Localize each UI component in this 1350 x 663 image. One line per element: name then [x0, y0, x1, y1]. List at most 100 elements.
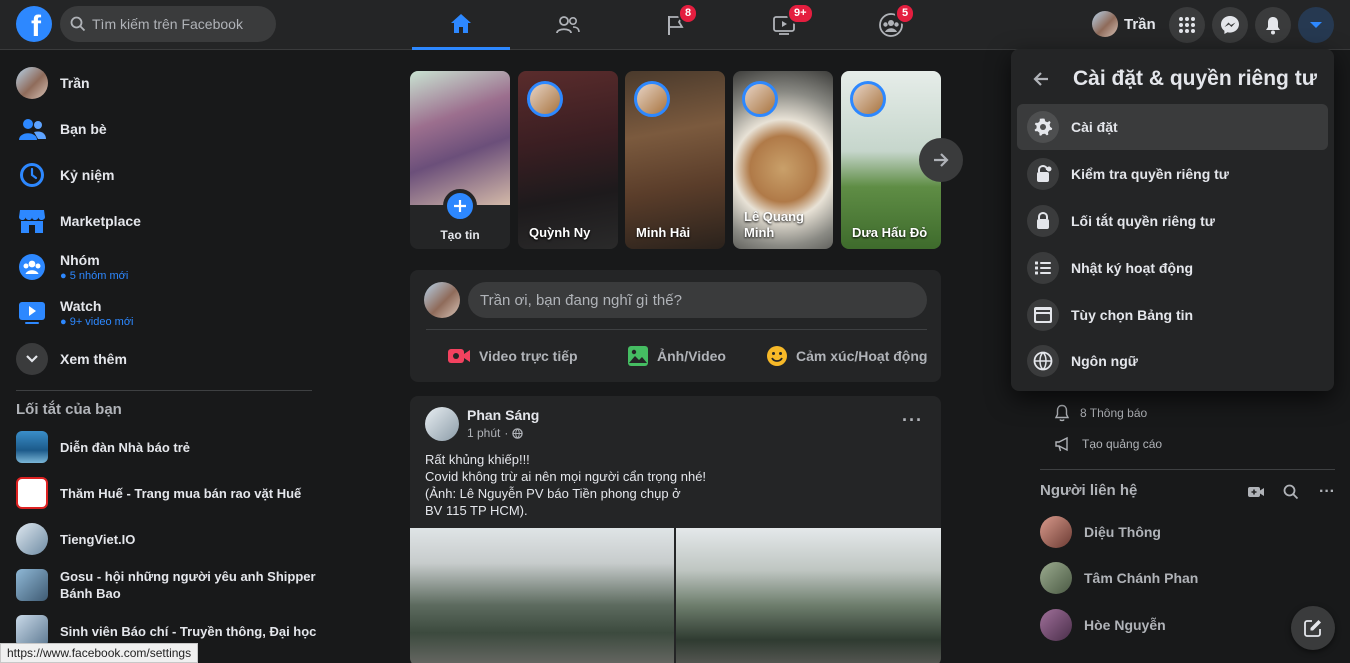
tab-pages[interactable]: 8	[627, 0, 725, 50]
menu-title: Cài đặt & quyền riêng tư	[1073, 67, 1317, 90]
sidebar-item-friends[interactable]: Bạn bè	[8, 106, 318, 152]
avatar	[424, 282, 460, 318]
menu-item-label: Cài đặt	[1071, 119, 1118, 135]
shortcut-label: Gosu - hội những người yêu anh Shipper B…	[60, 569, 316, 601]
browser-status-url: https://www.facebook.com/settings	[0, 643, 199, 663]
avatar[interactable]	[425, 407, 459, 441]
post-composer: Trần ơi, bạn đang nghĩ gì thế? Video trự…	[410, 270, 941, 382]
tab-friends[interactable]	[519, 0, 617, 50]
pages-badge: 8	[678, 3, 699, 24]
groups-icon	[16, 251, 48, 283]
create-story-card[interactable]: Tạo tin	[410, 71, 510, 249]
post-photo[interactable]	[410, 528, 674, 663]
separator-dot: ·	[504, 426, 509, 440]
clock-icon	[16, 159, 48, 191]
sidebar-item-marketplace[interactable]: Marketplace	[8, 198, 318, 244]
story-avatar	[634, 81, 670, 117]
menu-item-settings[interactable]: Cài đặt	[1017, 104, 1328, 150]
menu-item-label: Tùy chọn Bảng tin	[1071, 307, 1194, 323]
sidebar-item-memories[interactable]: Kỷ niệm	[8, 152, 318, 198]
photo-video-button[interactable]: Ảnh/Video	[627, 342, 726, 370]
shop-icon	[16, 205, 48, 237]
sidebar-item-groups[interactable]: Nhóm ● 5 nhóm mới	[8, 244, 318, 290]
story-avatar	[742, 81, 778, 117]
feeling-button[interactable]: Cảm xúc/Hoạt động	[766, 342, 927, 370]
sidebar-item-profile[interactable]: Trần	[8, 60, 318, 106]
story-avatar	[527, 81, 563, 117]
avatar	[16, 67, 48, 99]
menu-button[interactable]	[1169, 7, 1205, 43]
tab-home[interactable]	[412, 0, 510, 50]
more-options-icon[interactable]: ···	[902, 410, 923, 431]
account-menu-button[interactable]	[1298, 7, 1334, 43]
search-box[interactable]	[60, 6, 276, 42]
live-video-button[interactable]: Video trực tiếp	[447, 342, 578, 370]
bell-icon	[1266, 17, 1280, 35]
menu-item-privacy-checkup[interactable]: Kiểm tra quyền riêng tư	[1017, 151, 1328, 197]
story-name: Dưa Hấu Đỏ	[852, 225, 928, 240]
search-icon	[70, 16, 86, 32]
profile-chip-name: Trần	[1124, 15, 1156, 33]
create-ad-shortcut[interactable]: Tạo quảng cáo	[1054, 436, 1162, 452]
new-room-button[interactable]	[1247, 485, 1265, 502]
friends-icon	[16, 113, 48, 145]
shortcut-item[interactable]: TiengViet.IO	[8, 516, 318, 562]
new-message-button[interactable]	[1291, 606, 1335, 650]
facebook-logo[interactable]: f	[16, 6, 52, 43]
post-photo[interactable]	[676, 528, 941, 663]
photo-video-label: Ảnh/Video	[657, 348, 726, 364]
bell-icon	[1054, 404, 1070, 422]
contact-item[interactable]: Diệu Thông	[1040, 516, 1161, 548]
chevron-down-icon	[16, 343, 48, 375]
profile-chip[interactable]: Trần	[1092, 8, 1156, 40]
composer-input[interactable]: Trần ơi, bạn đang nghĩ gì thế?	[468, 282, 927, 318]
notifications-shortcut[interactable]: 8 Thông báo	[1054, 404, 1147, 422]
stories-row: Tạo tin Quỳnh Ny Minh Hải Lê Quang Minh …	[410, 71, 941, 249]
menu-item-language[interactable]: Ngôn ngữ	[1017, 338, 1328, 384]
story-card[interactable]: Lê Quang Minh	[733, 71, 833, 249]
sidebar-item-watch[interactable]: Watch ● 9+ video mới	[8, 290, 318, 336]
contacts-options-icon[interactable]: ···	[1319, 483, 1335, 501]
globe-icon	[512, 427, 524, 439]
globe-icon	[1027, 345, 1059, 377]
search-contacts-button[interactable]	[1283, 484, 1299, 503]
menu-item-privacy-shortcuts[interactable]: Lối tắt quyền riêng tư	[1017, 198, 1328, 244]
menu-item-label: Ngôn ngữ	[1071, 353, 1138, 369]
shortcut-item[interactable]: Gosu - hội những người yêu anh Shipper B…	[8, 562, 318, 608]
story-card[interactable]: Quỳnh Ny	[518, 71, 618, 249]
avatar	[1092, 11, 1118, 37]
friends-icon	[556, 16, 580, 34]
sidebar-item-label: Bạn bè	[60, 121, 107, 137]
create-story-label: Tạo tin	[440, 228, 480, 242]
search-input[interactable]	[92, 16, 262, 32]
watch-icon	[16, 297, 48, 329]
contact-item[interactable]: Hòe Nguyễn	[1040, 609, 1166, 641]
story-name: Minh Hải	[636, 225, 691, 240]
tab-groups[interactable]: 5	[842, 0, 940, 50]
video-camera-icon	[448, 349, 470, 363]
feeling-label: Cảm xúc/Hoạt động	[796, 348, 928, 364]
notifications-button[interactable]	[1255, 7, 1291, 43]
avatar	[1040, 609, 1072, 641]
post-time-label[interactable]: 1 phút	[467, 426, 500, 440]
stories-next-button[interactable]	[919, 138, 963, 182]
shortcut-item[interactable]: Thăm Huế - Trang mua bán rao vặt Huế	[8, 470, 318, 516]
arrow-right-icon	[934, 153, 949, 167]
post-author[interactable]: Phan Sáng	[467, 407, 539, 423]
menu-item-activity-log[interactable]: Nhật ký hoạt động	[1017, 245, 1328, 291]
contacts-title: Người liên hệ	[1040, 482, 1138, 499]
shortcut-item[interactable]: Diễn đàn Nhà báo trẻ	[8, 424, 318, 470]
sidebar-profile-name: Trần	[60, 75, 90, 91]
home-icon	[451, 13, 471, 33]
contact-name: Diệu Thông	[1084, 524, 1161, 540]
sidebar-divider	[16, 390, 312, 391]
story-card[interactable]: Minh Hải	[625, 71, 725, 249]
shortcut-label: TiengViet.IO	[60, 531, 136, 547]
back-button[interactable]	[1023, 61, 1059, 97]
sidebar-item-see-more[interactable]: Xem thêm	[8, 336, 318, 382]
contact-item[interactable]: Tâm Chánh Phan	[1040, 562, 1198, 594]
menu-item-news-feed-preferences[interactable]: Tùy chọn Bảng tin	[1017, 292, 1328, 338]
messenger-button[interactable]	[1212, 7, 1248, 43]
tab-watch[interactable]: 9+	[735, 0, 833, 50]
notifications-label: 8 Thông báo	[1080, 406, 1148, 420]
